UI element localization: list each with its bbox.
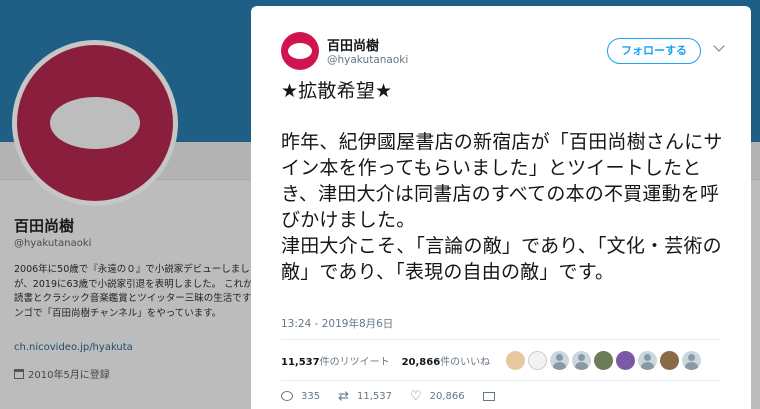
likes-stat[interactable]: 20,866件のいいね bbox=[402, 353, 491, 368]
profile-bio: 2006年に50歳で『永遠の０』で小説家デビューしましたが、2019に63歳で小… bbox=[14, 264, 274, 319]
liker-avatar[interactable] bbox=[572, 350, 592, 370]
likes-count: 20,866 bbox=[401, 356, 441, 368]
liker-avatar[interactable] bbox=[682, 350, 702, 370]
profile-handle: @hyakutanaoki bbox=[14, 238, 92, 249]
message-icon bbox=[482, 391, 495, 401]
liker-avatar[interactable] bbox=[616, 350, 636, 370]
profile-link[interactable]: ch.nicovideo.jp/hyakuta bbox=[14, 342, 133, 353]
tweet-stats: 11,537件のリツイート 20,866件のいいね bbox=[281, 339, 721, 381]
tweet-avatar[interactable] bbox=[281, 32, 319, 70]
profile-avatar[interactable] bbox=[12, 40, 178, 206]
liker-avatar[interactable] bbox=[528, 350, 548, 370]
profile-joined: 2010年5月に登録 bbox=[14, 366, 110, 381]
retweet-count: 11,537 bbox=[357, 390, 392, 402]
liker-avatar[interactable] bbox=[594, 350, 614, 370]
reply-count: 335 bbox=[301, 390, 321, 402]
tweet-actions: 335 ⇄ 11,537 ♡ 20,866 bbox=[281, 382, 513, 409]
likes-label: 件のいいね bbox=[440, 356, 491, 368]
tweet-header: 百田尚樹 @hyakutanaoki フォローする bbox=[281, 32, 731, 72]
liker-avatar[interactable] bbox=[506, 350, 526, 370]
message-action[interactable] bbox=[482, 391, 495, 401]
liker-avatars bbox=[506, 350, 702, 370]
like-icon: ♡ bbox=[410, 388, 422, 404]
profile-joined-text: 2010年5月に登録 bbox=[28, 370, 110, 381]
reply-action[interactable]: 335 bbox=[281, 391, 320, 402]
reply-icon bbox=[281, 391, 293, 401]
liker-avatar[interactable] bbox=[660, 350, 680, 370]
tweet-paragraph-1: 昨年、紀伊國屋書店の新宿店が「百田尚樹さんにサイン本を作ってもらいました」とツイ… bbox=[281, 131, 723, 231]
retweets-count: 11,537 bbox=[281, 356, 320, 368]
tweet-timestamp[interactable]: 13:24 - 2019年8月6日 bbox=[281, 316, 393, 331]
like-count: 20,866 bbox=[429, 390, 465, 402]
like-action[interactable]: ♡ 20,866 bbox=[410, 389, 465, 404]
calendar-icon bbox=[14, 368, 24, 379]
tweet-text: ★拡散希望★ 昨年、紀伊國屋書店の新宿店が「百田尚樹さんにサイン本を作ってもらい… bbox=[281, 78, 726, 285]
profile-name: 百田尚樹 bbox=[14, 217, 75, 235]
tweet-line-1: ★拡散希望★ bbox=[281, 80, 393, 102]
tweet-paragraph-2: 津田大介こそ、「言論の敵」であり、「文化・芸術の敵」であり、「表現の自由の敵」で… bbox=[281, 235, 722, 283]
retweet-icon: ⇄ bbox=[338, 388, 349, 404]
retweets-label: 件のリツイート bbox=[319, 356, 390, 368]
tweet-card: 百田尚樹 @hyakutanaoki フォローする ★拡散希望★ 昨年、紀伊國屋… bbox=[251, 6, 751, 409]
tweet-author-name[interactable]: 百田尚樹 bbox=[327, 35, 379, 54]
liker-avatar[interactable] bbox=[550, 350, 570, 370]
tweet-author-handle[interactable]: @hyakutanaoki bbox=[327, 54, 408, 66]
chevron-down-icon[interactable] bbox=[713, 40, 725, 52]
retweets-stat[interactable]: 11,537件のリツイート bbox=[281, 353, 390, 368]
liker-avatar[interactable] bbox=[638, 350, 658, 370]
follow-button[interactable]: フォローする bbox=[607, 38, 701, 64]
retweet-action[interactable]: ⇄ 11,537 bbox=[338, 389, 392, 404]
